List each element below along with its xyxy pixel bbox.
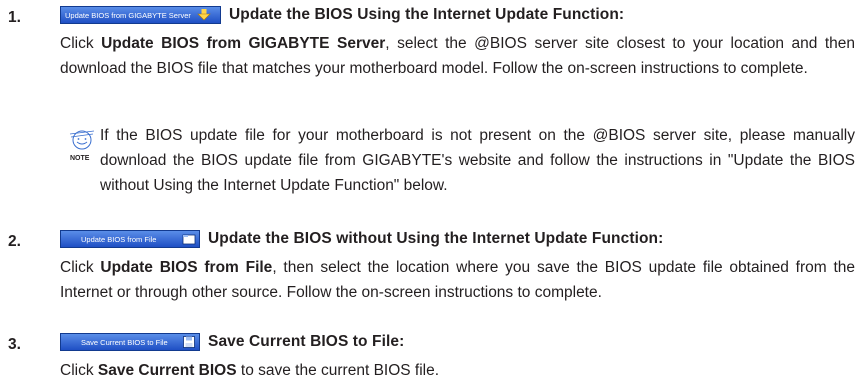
note-label: NOTE bbox=[70, 155, 90, 162]
button-label: Save Current BIOS to File bbox=[81, 337, 168, 347]
step-heading-line: Update BIOS from GIGABYTE Server Update … bbox=[60, 6, 624, 24]
button-label: Update BIOS from GIGABYTE Server bbox=[65, 10, 191, 20]
save-current-bios-button[interactable]: Save Current BIOS to File bbox=[60, 333, 200, 351]
bold-reference: Save Current BIOS bbox=[97, 362, 237, 379]
update-from-file-button[interactable]: Update BIOS from File bbox=[60, 230, 200, 248]
folder-icon bbox=[182, 234, 196, 245]
note-text: If the BIOS update file for your motherb… bbox=[100, 127, 855, 194]
step-heading: Save Current BIOS to File: bbox=[208, 333, 405, 350]
step-number: 3. bbox=[8, 336, 21, 353]
step-heading-line: Save Current BIOS to File Save Current B… bbox=[60, 333, 404, 351]
step-number: 1. bbox=[8, 9, 21, 26]
step-description: Click Update BIOS from GIGABYTE Server, … bbox=[60, 35, 856, 77]
button-label: Update BIOS from File bbox=[81, 234, 157, 244]
step-description: Click Save Current BIOS to save the curr… bbox=[60, 362, 440, 379]
update-from-server-button[interactable]: Update BIOS from GIGABYTE Server bbox=[60, 6, 221, 24]
step-heading: Update the BIOS Using the Internet Updat… bbox=[229, 6, 625, 23]
step-number: 2. bbox=[8, 233, 21, 250]
bold-reference: Update BIOS from File bbox=[100, 259, 273, 276]
bold-reference: Update BIOS from GIGABYTE Server bbox=[101, 35, 386, 52]
floppy-disk-icon bbox=[183, 336, 195, 348]
step-description: Click Update BIOS from File, then select… bbox=[60, 259, 855, 301]
step-heading: Update the BIOS without Using the Intern… bbox=[208, 230, 664, 247]
download-arrow-icon bbox=[197, 9, 211, 21]
note-icon: NOTE bbox=[69, 130, 95, 162]
step-heading-line: Update BIOS from File Update the BIOS wi… bbox=[60, 230, 663, 248]
